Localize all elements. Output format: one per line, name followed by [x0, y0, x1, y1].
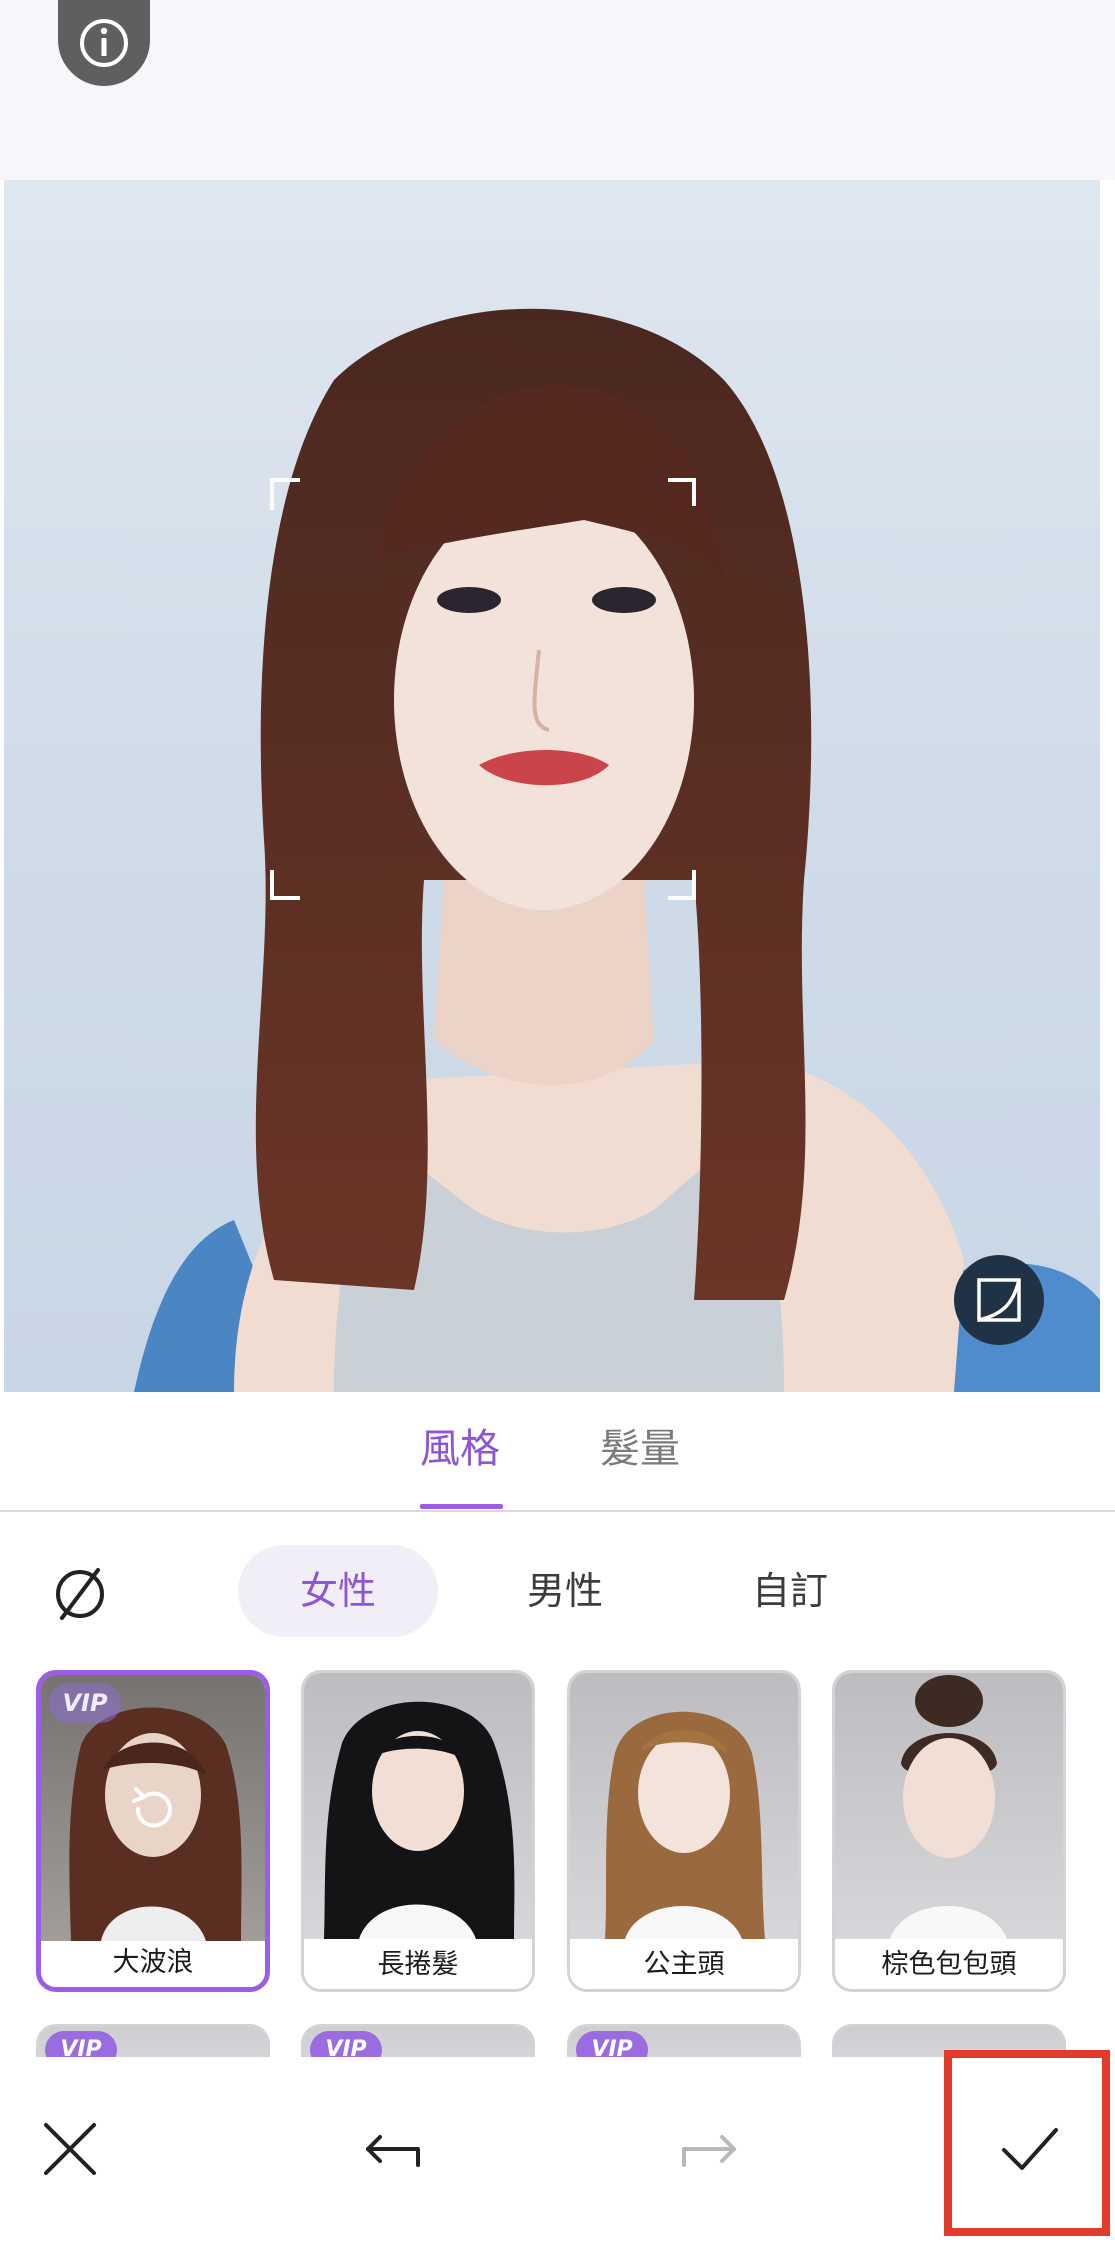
- style-card-princess[interactable]: 公主頭: [567, 1670, 801, 1992]
- vip-badge: VIP: [45, 2031, 117, 2057]
- info-icon: [80, 19, 128, 67]
- style-label: 公主頭: [570, 1943, 798, 1989]
- photo-preview: [4, 180, 1100, 1392]
- close-icon: [44, 2123, 96, 2175]
- confirm-highlight-box: [944, 2050, 1110, 2236]
- close-button[interactable]: [20, 2099, 120, 2199]
- reset-icon[interactable]: [124, 1779, 184, 1839]
- compare-button[interactable]: [954, 1255, 1044, 1345]
- style-thumbnail: [304, 1673, 532, 1939]
- style-label: 棕色包包頭: [835, 1943, 1063, 1989]
- tab-volume[interactable]: 髮量: [600, 1424, 680, 1474]
- filter-male[interactable]: 男性: [480, 1545, 650, 1637]
- style-card-long-curls[interactable]: 長捲髮: [301, 1670, 535, 1992]
- active-tab-indicator: [420, 1504, 503, 1509]
- style-card-row2[interactable]: VIP: [301, 2024, 535, 2057]
- style-thumbnail: VIP: [41, 1675, 265, 1941]
- hairstyle-preview: [890, 1675, 1007, 1939]
- vip-badge: VIP: [310, 2031, 382, 2057]
- tab-style[interactable]: 風格: [420, 1424, 500, 1474]
- top-bar: [0, 0, 1115, 180]
- style-thumbnail: [835, 1673, 1063, 1939]
- redo-button[interactable]: [660, 2099, 760, 2199]
- compare-icon: [977, 1278, 1021, 1322]
- redo-icon: [682, 2135, 736, 2167]
- style-grid: VIP 大波浪 長捲髮 公主頭 棕色包包頭 VIP VIP VIP: [0, 1662, 1115, 2057]
- hairstyle-preview: [324, 1701, 515, 1939]
- no-style-icon[interactable]: [48, 1562, 112, 1626]
- style-label: 大波浪: [41, 1941, 265, 1987]
- style-card-brown-bun[interactable]: 棕色包包頭: [832, 1670, 1066, 1992]
- style-card-row2[interactable]: VIP: [567, 2024, 801, 2057]
- style-card-big-waves[interactable]: VIP 大波浪: [36, 1670, 270, 1992]
- filter-female[interactable]: 女性: [238, 1545, 438, 1637]
- undo-button[interactable]: [342, 2099, 442, 2199]
- hairstyle-preview: [605, 1711, 765, 1939]
- gender-filter: 女性 男性 自訂: [0, 1512, 1115, 1662]
- filter-custom[interactable]: 自訂: [705, 1545, 875, 1637]
- style-label: 長捲髮: [304, 1943, 532, 1989]
- style-thumbnail: [570, 1673, 798, 1939]
- category-tabs: 風格 髮量: [0, 1392, 1115, 1512]
- style-card-row2[interactable]: VIP: [36, 2024, 270, 2057]
- vip-badge: VIP: [49, 1683, 121, 1723]
- portrait-image: [134, 308, 1100, 1392]
- vip-badge: VIP: [576, 2031, 648, 2057]
- info-button[interactable]: [58, 0, 150, 86]
- undo-icon: [366, 2135, 420, 2167]
